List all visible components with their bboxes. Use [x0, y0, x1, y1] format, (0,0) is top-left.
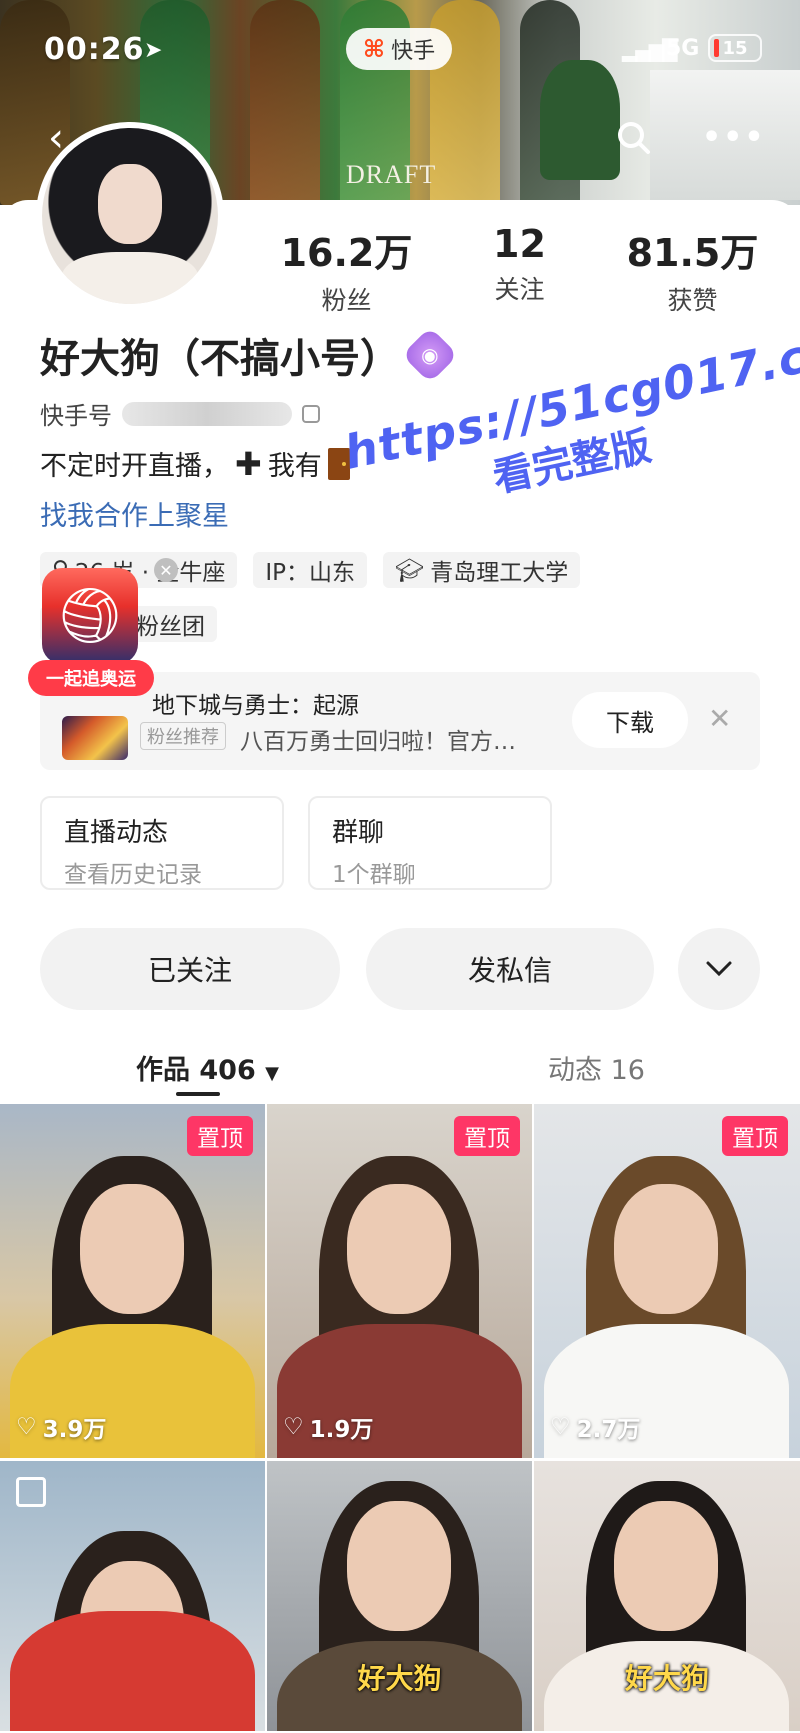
app-indicator-label: 快手 [391, 39, 436, 64]
olympic-floating-widget[interactable]: 🏐︎ 一起追奥运 ✕ [28, 558, 178, 708]
stat-fans[interactable]: 16.2万 粉丝 [260, 222, 433, 317]
search-icon[interactable] [614, 118, 654, 158]
stat-value: 16.2万 [280, 231, 413, 275]
stat-label: 关注 [494, 275, 545, 304]
bio-text: 不定时开直播， [40, 451, 229, 482]
network-type: 5G [666, 36, 700, 61]
battery-icon: 15 [708, 34, 762, 62]
avatar[interactable] [36, 122, 224, 310]
heart-icon: ♡ [550, 1414, 571, 1440]
entry-title: 直播动态 [64, 818, 169, 848]
entry-subtitle: 查看历史记录 [64, 862, 202, 888]
tab-works[interactable]: 作品 406 ▼ [136, 1048, 279, 1087]
kuaishou-id-label: 快手号 [40, 402, 112, 430]
ad-thumbnail [62, 716, 128, 760]
gallery-icon [16, 1477, 46, 1507]
profile-stats: 16.2万 粉丝 12 关注 81.5万 获赞 [260, 222, 780, 317]
ad-title: 地下城与勇士：起源 [152, 693, 359, 719]
tab-dynamics[interactable]: 动态 16 [548, 1048, 645, 1087]
work-tile[interactable]: 置顶 ♡ 1.9万 [267, 1104, 532, 1458]
ad-download-button[interactable]: 下载 [572, 692, 688, 748]
stat-label: 粉丝 [321, 286, 372, 315]
door-icon [327, 447, 350, 480]
stat-following[interactable]: 12 关注 [433, 222, 606, 317]
stat-label: 获赞 [667, 286, 718, 315]
work-tile[interactable] [0, 1461, 265, 1731]
expand-button[interactable] [678, 928, 760, 1010]
followed-button[interactable]: 已关注 [40, 928, 340, 1010]
send-message-button[interactable]: 发私信 [366, 928, 654, 1010]
tag-school[interactable]: 🎓︎ 青岛理工大学 [383, 552, 581, 588]
kuaishou-id-row: 快手号 [40, 396, 320, 431]
chevron-down-icon [706, 961, 732, 977]
stat-value: 12 [493, 222, 546, 266]
tab-works-label: 作品 406 [136, 1055, 256, 1086]
tag-school-label: 青岛理工大学 [430, 560, 569, 586]
verified-badge-icon[interactable]: ◉ [401, 326, 459, 384]
banner-bottle-label: DRAFT [346, 160, 437, 189]
work-tile[interactable]: 好大狗 [267, 1461, 532, 1731]
pinned-badge: 置顶 [722, 1116, 788, 1156]
live-history-entry[interactable]: 直播动态 查看历史记录 [40, 796, 284, 890]
profile-name: 好大狗（不搞小号） [40, 336, 400, 382]
ad-description: 八百万勇士回归啦！官方… [240, 729, 516, 755]
cooperation-link[interactable]: 找我合作上聚星 [40, 494, 229, 533]
likes-count: ♡ 3.9万 [16, 1414, 107, 1443]
likes-count: ♡ 1.9万 [283, 1414, 374, 1443]
profile-bio: 不定时开直播， ✚ 我有 [40, 444, 350, 483]
avatar-photo [42, 128, 218, 304]
tag-ip-label: IP：山东 [265, 560, 356, 586]
status-bar: 00:26 ➤ ⌘ 快手 ▂▄▆█ 5G 15 [0, 28, 800, 70]
entry-subtitle: 1个群聊 [332, 862, 416, 888]
pinned-badge: 置顶 [454, 1116, 520, 1156]
work-tile[interactable]: 置顶 ♡ 2.7万 [534, 1104, 800, 1458]
olympic-widget-label: 一起追奥运 [28, 660, 154, 696]
ad-chip: 粉丝推荐 [140, 722, 226, 750]
caret-down-icon: ▼ [265, 1063, 280, 1084]
battery-level [714, 39, 719, 57]
more-icon[interactable]: ••• [702, 118, 764, 158]
profile-name-row: 好大狗（不搞小号） ◉ [40, 326, 459, 384]
works-grid: 置顶 ♡ 3.9万 置顶 ♡ 1.9万 置顶 ♡ 2.7万 好大狗 好大狗 [0, 1104, 800, 1731]
app-indicator-pill[interactable]: ⌘ 快手 [346, 28, 452, 70]
content-tabs: 作品 406 ▼ 动态 16 [0, 1040, 800, 1100]
tag-ip: IP：山东 [253, 552, 368, 588]
volleyball-player-icon: 🏐︎ [42, 568, 138, 664]
likes-count: ♡ 2.7万 [550, 1414, 641, 1443]
status-time: 00:26 [44, 32, 145, 67]
profile-card: 16.2万 粉丝 12 关注 81.5万 获赞 好大狗（不搞小号） ◉ 快手号 … [0, 122, 800, 1733]
work-tile[interactable]: 置顶 ♡ 3.9万 [0, 1104, 265, 1458]
watermark-caption: 看完整版 [488, 423, 656, 502]
location-arrow-icon: ➤ [144, 38, 163, 63]
tab-active-indicator [176, 1092, 220, 1096]
group-chat-entry[interactable]: 群聊 1个群聊 [308, 796, 552, 890]
kuaishou-id-value-blurred [122, 401, 292, 426]
banner-plant [540, 60, 620, 180]
kuaishou-logo-icon: ⌘ [362, 35, 386, 63]
battery-percent: 15 [722, 37, 748, 59]
stat-likes[interactable]: 81.5万 获赞 [606, 222, 779, 317]
work-caption: 好大狗 [624, 1662, 709, 1695]
entry-title: 群聊 [332, 818, 385, 848]
close-icon[interactable]: ✕ [708, 702, 731, 735]
close-icon[interactable]: ✕ [154, 558, 178, 582]
copy-icon[interactable] [302, 404, 320, 423]
plus-icon: ✚ [235, 444, 262, 483]
heart-icon: ♡ [16, 1414, 37, 1440]
stat-value: 81.5万 [626, 231, 759, 275]
work-caption: 好大狗 [357, 1662, 442, 1695]
bio-suffix: 我有 [267, 451, 322, 482]
work-tile[interactable]: 好大狗 [534, 1461, 800, 1731]
graduation-cap-icon: 🎓︎ [395, 557, 425, 584]
pinned-badge: 置顶 [187, 1116, 253, 1156]
heart-icon: ♡ [283, 1414, 304, 1440]
